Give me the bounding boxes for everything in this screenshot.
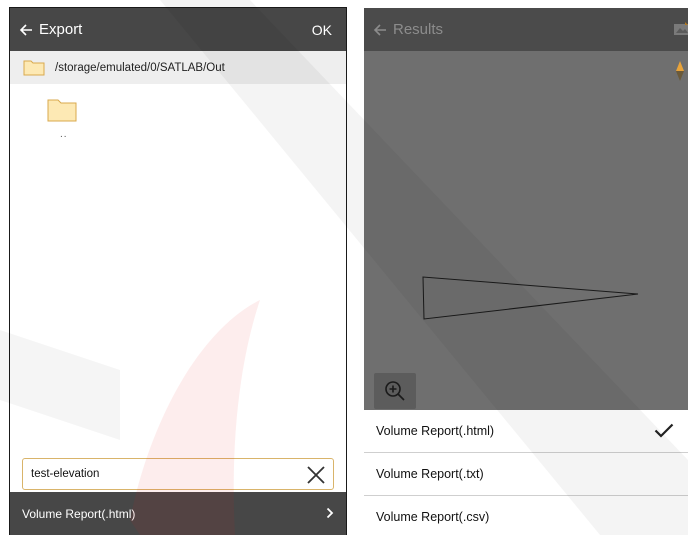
- back-arrow-icon[interactable]: [19, 23, 33, 37]
- report-option-label: Volume Report(.csv): [376, 510, 490, 524]
- map-layer-icon[interactable]: [674, 20, 688, 38]
- filename-field[interactable]: [22, 458, 334, 490]
- export-title: Export: [39, 21, 83, 38]
- results-toolbar: Results: [364, 8, 688, 51]
- zoom-in-button[interactable]: [374, 373, 416, 409]
- report-options-sheet: Volume Report(.html) Volume Report(.txt)…: [364, 410, 688, 535]
- map-view[interactable]: [364, 51, 688, 410]
- export-toolbar: Export OK: [10, 8, 346, 51]
- report-option-html[interactable]: Volume Report(.html): [364, 410, 688, 453]
- results-panel: Results Volume Report(.html) Volume Repo…: [364, 8, 688, 535]
- parent-folder-icon[interactable]: [47, 97, 77, 122]
- format-selected-label: Volume Report(.html): [22, 506, 136, 521]
- results-title: Results: [393, 21, 444, 38]
- surface-polygon: [422, 276, 639, 320]
- folder-icon: [23, 60, 45, 76]
- ok-button[interactable]: OK: [312, 22, 332, 38]
- close-icon[interactable]: [306, 465, 326, 485]
- chevron-right-icon: [326, 507, 334, 519]
- report-option-csv[interactable]: Volume Report(.csv): [364, 496, 688, 535]
- report-option-txt[interactable]: Volume Report(.txt): [364, 453, 688, 496]
- back-arrow-icon[interactable]: [373, 23, 387, 37]
- report-option-label: Volume Report(.txt): [376, 467, 484, 481]
- zoom-in-icon: [385, 381, 405, 401]
- export-panel: Export OK /storage/emulated/0/SATLAB/Out…: [10, 8, 346, 535]
- current-path-row: /storage/emulated/0/SATLAB/Out: [10, 51, 346, 84]
- report-option-label: Volume Report(.html): [376, 424, 495, 438]
- format-selector[interactable]: Volume Report(.html): [10, 492, 346, 535]
- filename-input[interactable]: [29, 467, 293, 481]
- current-path: /storage/emulated/0/SATLAB/Out: [55, 61, 225, 74]
- checkmark-icon: [654, 423, 674, 438]
- parent-folder-label[interactable]: ..: [60, 129, 68, 140]
